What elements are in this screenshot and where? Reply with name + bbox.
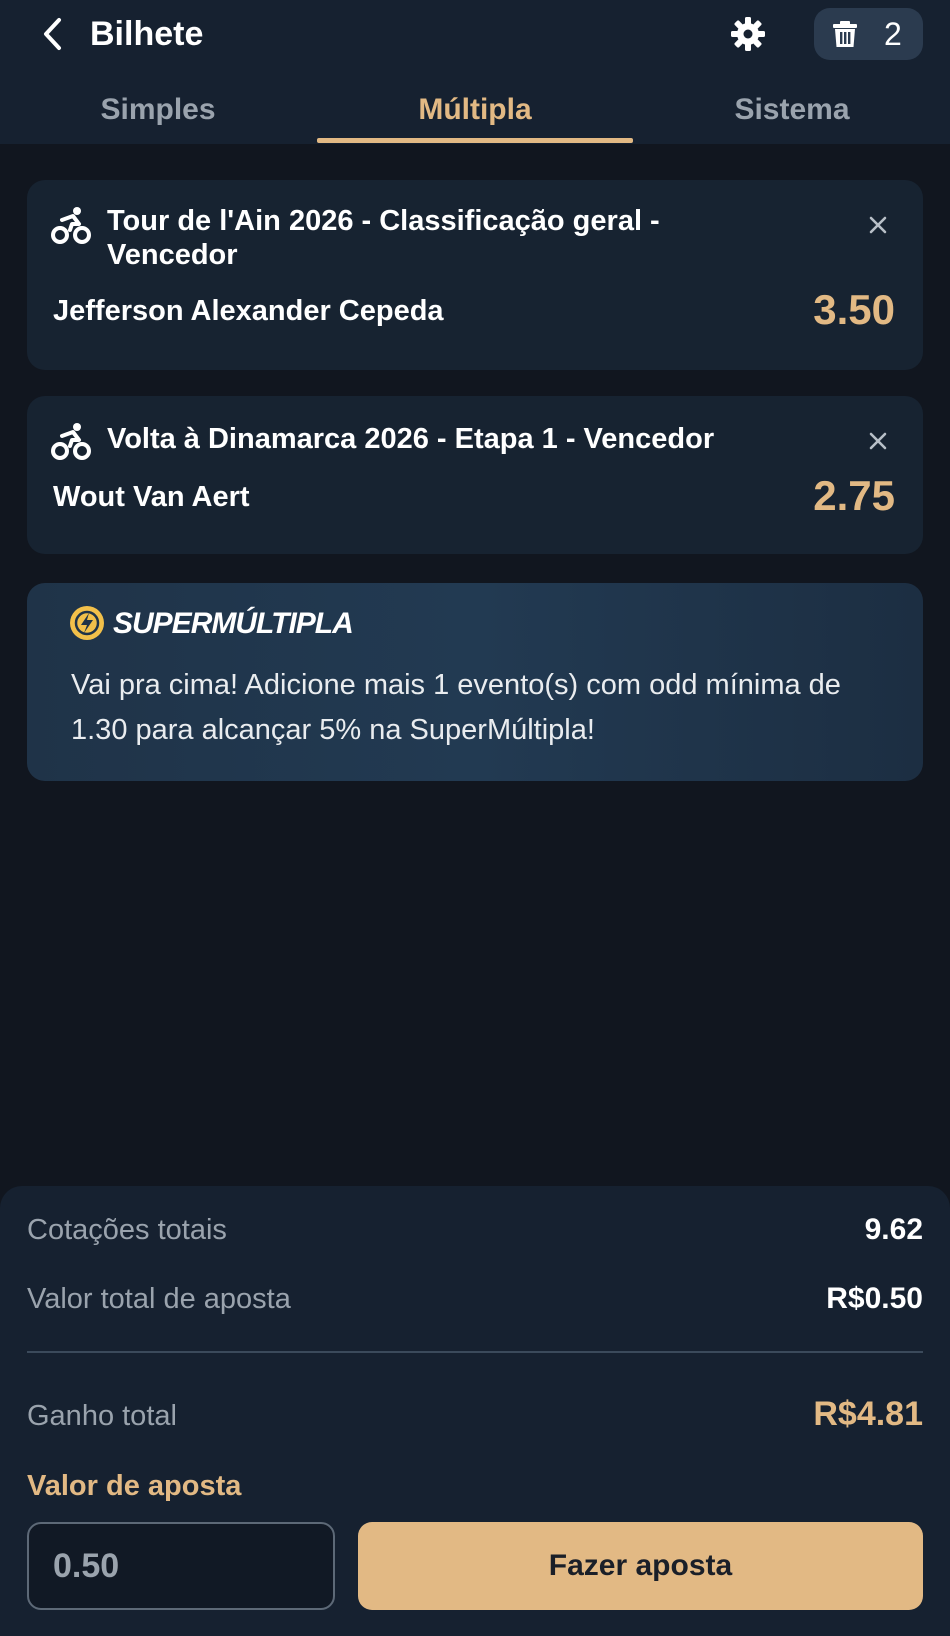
supermultipla-banner: SUPERMÚLTIPLA Vai pra cima! Adicione mai… — [27, 583, 923, 781]
tab-sistema[interactable]: Sistema — [634, 80, 950, 144]
tab-multipla[interactable]: Múltipla — [317, 80, 633, 144]
back-button[interactable] — [34, 14, 74, 54]
promo-message: Vai pra cima! Adicione mais 1 evento(s) … — [71, 669, 841, 746]
selection-odd: 2.75 — [813, 472, 895, 519]
event-name: Tour de l'Ain 2026 - Classificação geral… — [107, 205, 660, 271]
top-bar: Bilhete 2 — [0, 0, 950, 70]
bet-card: Volta à Dinamarca 2026 - Etapa 1 - Vence… — [27, 396, 923, 554]
cycling-icon — [51, 207, 91, 244]
header: Bilhete 2 Simples Múltipla Sistema — [0, 0, 950, 144]
total-odds-value: 9.62 — [864, 1213, 923, 1246]
total-stake-label: Valor total de aposta — [27, 1283, 291, 1315]
close-icon[interactable] — [863, 210, 893, 240]
place-bet-button[interactable]: Fazer aposta — [358, 1522, 923, 1610]
active-tab-indicator — [317, 138, 633, 143]
event-name: Volta à Dinamarca 2026 - Etapa 1 - Vence… — [107, 423, 715, 455]
stake-input[interactable] — [27, 1522, 335, 1610]
total-stake-value: R$0.50 — [826, 1282, 923, 1315]
divider — [27, 1351, 923, 1353]
bet-summary: Cotações totais 9.62 Valor total de apos… — [0, 1186, 950, 1636]
tab-simples[interactable]: Simples — [0, 80, 316, 144]
bet-type-tabs: Simples Múltipla Sistema — [0, 80, 950, 144]
total-gain-value: R$4.81 — [813, 1395, 923, 1433]
back-arrow-icon — [44, 18, 61, 50]
bet-slip-page: Bilhete 2 Simples Múltipla Sistema Tour … — [0, 0, 950, 1636]
cycling-icon — [51, 423, 91, 460]
settings-button[interactable] — [728, 14, 768, 54]
bet-card: Tour de l'Ain 2026 - Classificação geral… — [27, 180, 923, 370]
clear-slip-button[interactable]: 2 — [814, 8, 923, 60]
selection-name: Wout Van Aert — [53, 481, 250, 513]
page-title: Bilhete — [90, 15, 204, 53]
total-gain-label: Ganho total — [27, 1400, 177, 1432]
close-icon[interactable] — [863, 426, 893, 456]
lightning-bolt-icon — [70, 606, 104, 640]
selection-odd: 3.50 — [813, 286, 895, 333]
selection-name: Jefferson Alexander Cepeda — [53, 295, 444, 327]
gear-icon — [731, 17, 765, 51]
trash-icon — [833, 21, 857, 47]
stake-label: Valor de aposta — [27, 1470, 242, 1502]
selection-count: 2 — [884, 16, 902, 52]
supermultipla-logo: SUPERMÚLTIPLA — [113, 607, 354, 640]
total-odds-label: Cotações totais — [27, 1214, 227, 1246]
